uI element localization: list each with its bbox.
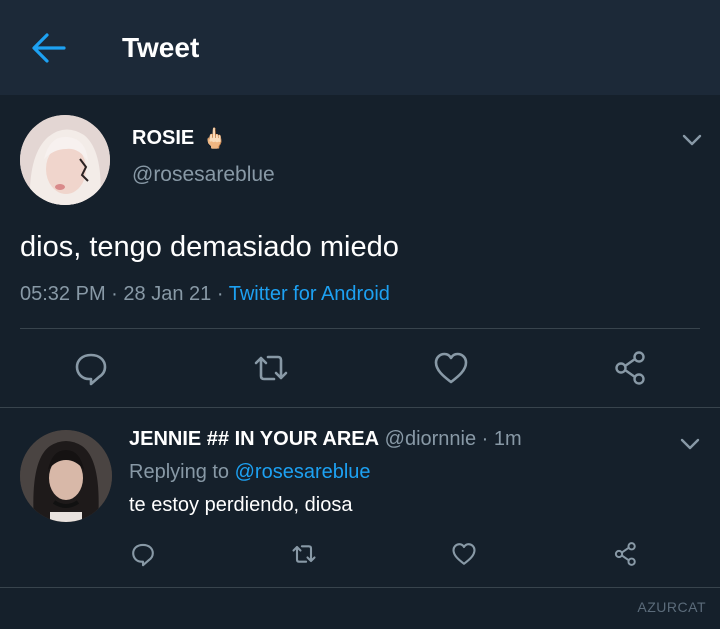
mention-link[interactable]: @rosesareblue [235,461,371,483]
tweet-time: 05:32 PM [20,283,106,305]
like-button[interactable] [450,540,478,568]
share-button[interactable] [611,348,651,388]
meta-separator: · [481,428,489,450]
handle[interactable]: @diornnie [385,428,476,450]
replying-to-label: Replying to [129,461,230,483]
like-icon [434,352,468,384]
reply-tweet[interactable]: JENNIE ## IN YOUR AREA @diornnie · 1m Re… [0,408,720,588]
tweet-text: te estoy perdiendo, diosa [129,494,353,516]
meta-separator: · [111,283,118,305]
tweet-menu-button[interactable] [680,128,704,152]
chevron-down-icon [680,438,700,450]
tweet-source-link[interactable]: Twitter for Android [229,283,390,305]
share-button[interactable] [612,540,640,568]
like-button[interactable] [431,348,471,388]
avatar[interactable] [20,430,112,522]
replying-to: Replying to @rosesareblue [129,461,371,484]
reply-button[interactable] [71,348,111,388]
retweet-icon [254,355,288,381]
retweet-button[interactable] [290,540,318,568]
like-icon [452,543,476,565]
tweet-date: 28 Jan 21 [123,283,212,305]
profile-photo [20,430,112,522]
display-name[interactable]: ROSIE 🖕🏻 [132,126,227,151]
retweet-icon [292,545,316,563]
tweet-meta: 05:32 PM · 28 Jan 21 · Twitter for Andro… [20,283,390,306]
back-button[interactable] [28,30,68,66]
page-title: Tweet [122,32,200,63]
reply-button[interactable] [129,540,157,568]
middle-finger-emoji: 🖕🏻 [202,128,228,150]
reply-icon [132,543,154,567]
tweet-text: dios, tengo demasiado miedo [20,231,399,263]
top-bar: Tweet [0,0,720,95]
main-tweet: ROSIE 🖕🏻 @rosesareblue dios, tengo demas… [0,95,720,408]
display-name-text: ROSIE [132,127,195,149]
display-name[interactable]: JENNIE ## IN YOUR AREA [129,428,379,450]
divider [20,328,700,329]
share-icon [614,542,636,566]
handle[interactable]: @rosesareblue [132,163,275,187]
retweet-button[interactable] [251,348,291,388]
profile-photo [20,115,110,205]
avatar[interactable] [20,115,110,205]
meta-separator: · [216,283,224,305]
chevron-down-icon [682,134,702,146]
arrow-left-icon [32,33,66,63]
tweet-menu-button[interactable] [678,432,702,456]
reply-header: JENNIE ## IN YOUR AREA @diornnie · 1m [129,428,522,451]
share-icon [615,351,645,385]
watermark: AZURCAT [637,599,706,615]
reply-time: 1m [493,428,522,450]
reply-icon [75,353,107,386]
